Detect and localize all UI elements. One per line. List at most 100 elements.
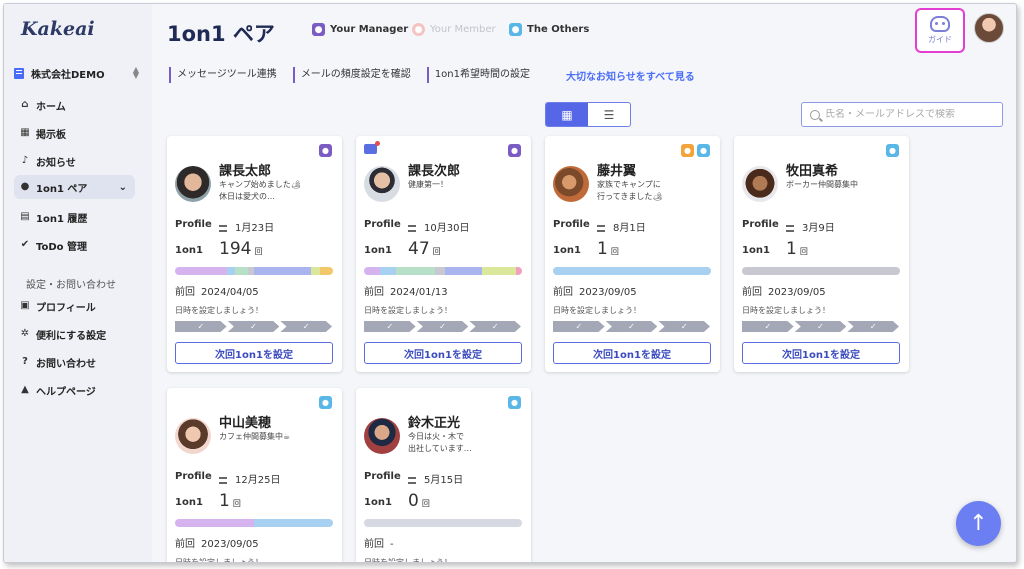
person-icon: ● [20, 181, 30, 192]
set-date-hint: 日時を設定しましょう！ [553, 306, 641, 315]
profile-label: Profile [175, 219, 212, 230]
birthday: 1月23日 [219, 219, 274, 234]
status-line: 休日は愛犬の… [219, 192, 275, 201]
link-all-notices[interactable]: 大切なお知らせをすべて見る [566, 68, 695, 83]
count-unit: 回 [421, 499, 430, 508]
chevron-down-icon: ⌄ [118, 181, 127, 193]
set-next-1on1-button[interactable]: 次回1on1を設定 [364, 342, 522, 364]
set-next-1on1-button[interactable]: 次回1on1を設定 [742, 342, 900, 364]
count-unit: 回 [254, 247, 263, 256]
birthday: 12月25日 [219, 471, 280, 486]
sidebar-item-home[interactable]: ⌂ ホーム [14, 93, 135, 117]
status-message: カフェ仲間募集中☕ [219, 431, 334, 443]
set-next-1on1-button[interactable]: 次回1on1を設定 [553, 342, 711, 364]
avatar [175, 166, 211, 202]
app-logo: Kakeai [21, 18, 95, 40]
status-line: キャンプ始めました🏕 [219, 180, 301, 189]
member-name: 課長次郎 [408, 164, 461, 179]
sidebar-item-profile[interactable]: ▣ プロフィール [14, 294, 135, 318]
others-badge-icon: ● [697, 144, 710, 157]
cake-icon [408, 224, 416, 232]
count-value: 0 [408, 491, 419, 511]
cake-icon [219, 224, 227, 232]
progress-steps: ✓ ✓ ✓ [553, 321, 711, 332]
legend-label: Your Member [430, 24, 496, 35]
pair-card[interactable]: ● 中山美穂 カフェ仲間募集中☕ Profile 12月25日 1on1 1回 … [167, 388, 342, 562]
count-value: 47 [408, 239, 430, 259]
prev-label: 前回 [742, 287, 762, 298]
view-toggle: ▦ ☰ [545, 102, 631, 127]
sidebar-item-contact[interactable]: ? お問い合わせ [14, 350, 135, 374]
birthday-value: 12月25日 [235, 475, 281, 486]
profile-label: Profile [742, 219, 779, 230]
set-date-hint: 日時を設定しましょう！ [364, 558, 452, 563]
avatar [175, 418, 211, 454]
sidebar-item-settings[interactable]: ✲ 便利にする設定 [14, 322, 135, 346]
avatar [553, 166, 589, 202]
previous-date: 前回 2024/04/05 [175, 283, 259, 298]
sidebar-item-board[interactable]: ▦ 掲示板 [14, 121, 135, 145]
avatar[interactable] [974, 13, 1004, 43]
count-value: 1 [219, 491, 230, 511]
pair-card[interactable]: ● 課長太郎 キャンプ始めました🏕 休日は愛犬の… Profile 1月23日 … [167, 136, 342, 372]
pair-card[interactable]: ● 牧田真希 ボーカー仲間募集中 Profile 3月9日 1on1 1回 前回… [734, 136, 909, 372]
person-icon: ● [509, 23, 522, 36]
set-next-1on1-button[interactable]: 次回1on1を設定 [175, 342, 333, 364]
arrow-up-icon: ↑ [969, 511, 988, 536]
company-switcher[interactable]: 株式会社DEMO ▲ ▼ [14, 64, 139, 82]
history-bar [742, 267, 900, 275]
sidebar-item-label: プロフィール [36, 302, 96, 314]
avatar [364, 166, 400, 202]
oneonone-label: 1on1 [364, 497, 392, 508]
birthday: 5月15日 [408, 471, 463, 486]
graduation-icon: ▲ [21, 384, 29, 395]
scroll-to-top-button[interactable]: ↑ [956, 501, 1001, 546]
settings-section-label: 設定・お問い合わせ [26, 280, 116, 291]
guide-button[interactable]: ガイド [915, 8, 965, 53]
birthday-value: 3月9日 [802, 223, 835, 234]
sidebar-item-1on1-history[interactable]: ▤ 1on1 履歴 [14, 205, 135, 229]
grid-icon: ▦ [561, 107, 573, 122]
avatar [742, 166, 778, 202]
oneonone-count: 1回 [786, 239, 808, 259]
updown-chevron-icon: ▲ ▼ [132, 65, 139, 80]
profile-label: Profile [364, 219, 401, 230]
pair-card[interactable]: ● ● 藤井翼 家族でキャンプに 行ってきました🏕 Profile 8月1日 1o… [545, 136, 720, 372]
pair-card[interactable]: ● 課長次郎 健康第一！ Profile 10月30日 1on1 47 回 前回 2… [356, 136, 531, 372]
oneonone-label: 1on1 [364, 245, 392, 256]
legend-member: ● Your Member [412, 23, 496, 36]
sidebar-item-label: 掲示板 [36, 129, 66, 141]
person-icon: ● [312, 23, 325, 36]
manager-badge-icon: ● [319, 144, 332, 157]
quick-links: メッセージツール連携 メールの頻度設定を確認 1on1希望時間の設定 大切なお知… [169, 66, 695, 84]
pair-card[interactable]: ● 鈴木正光 今日は火・木で 出社しています… Profile 5月15日 1o… [356, 388, 531, 563]
sidebar-item-help[interactable]: ▲ ヘルプページ [14, 378, 135, 402]
search-input[interactable] [825, 109, 995, 120]
prev-value: 2023/09/05 [579, 287, 637, 298]
chat-notification-icon[interactable] [364, 141, 380, 154]
list-view-button[interactable]: ☰ [588, 103, 630, 126]
building-icon [14, 67, 24, 79]
oneonone-count: 47 回 [408, 239, 441, 259]
history-icon: ▤ [20, 211, 30, 222]
prev-value: 2023/09/05 [201, 539, 259, 550]
birthday-value: 8月1日 [613, 223, 646, 234]
oneonone-label: 1on1 [175, 497, 203, 508]
link-mail-frequency[interactable]: メールの頻度設定を確認 [292, 67, 411, 83]
history-bar [364, 267, 522, 275]
link-1on1-time[interactable]: 1on1希望時間の設定 [426, 67, 530, 83]
search-icon [810, 109, 820, 120]
sidebar-item-label: 便利にする設定 [36, 330, 107, 342]
sidebar-item-notices[interactable]: ♪ お知らせ [14, 149, 135, 173]
grid-view-button[interactable]: ▦ [546, 103, 588, 126]
oneonone-label: 1on1 [742, 245, 770, 256]
sidebar: Kakeai 株式会社DEMO ▲ ▼ ⌂ ホーム ▦ 掲示板 ♪ お知らせ ● … [4, 4, 152, 562]
link-message-tool[interactable]: メッセージツール連携 [169, 67, 277, 83]
member-badge-icon: ● [681, 144, 694, 157]
cake-icon [786, 224, 794, 232]
set-date-hint: 日時を設定しましょう！ [742, 306, 830, 315]
sidebar-item-todo[interactable]: ✔ ToDo 管理 [14, 233, 135, 257]
birthday-value: 10月30日 [424, 223, 470, 234]
sidebar-item-1on1-pair[interactable]: ● 1on1 ペア ⌄ [14, 175, 135, 199]
prev-value: 2023/09/05 [768, 287, 826, 298]
